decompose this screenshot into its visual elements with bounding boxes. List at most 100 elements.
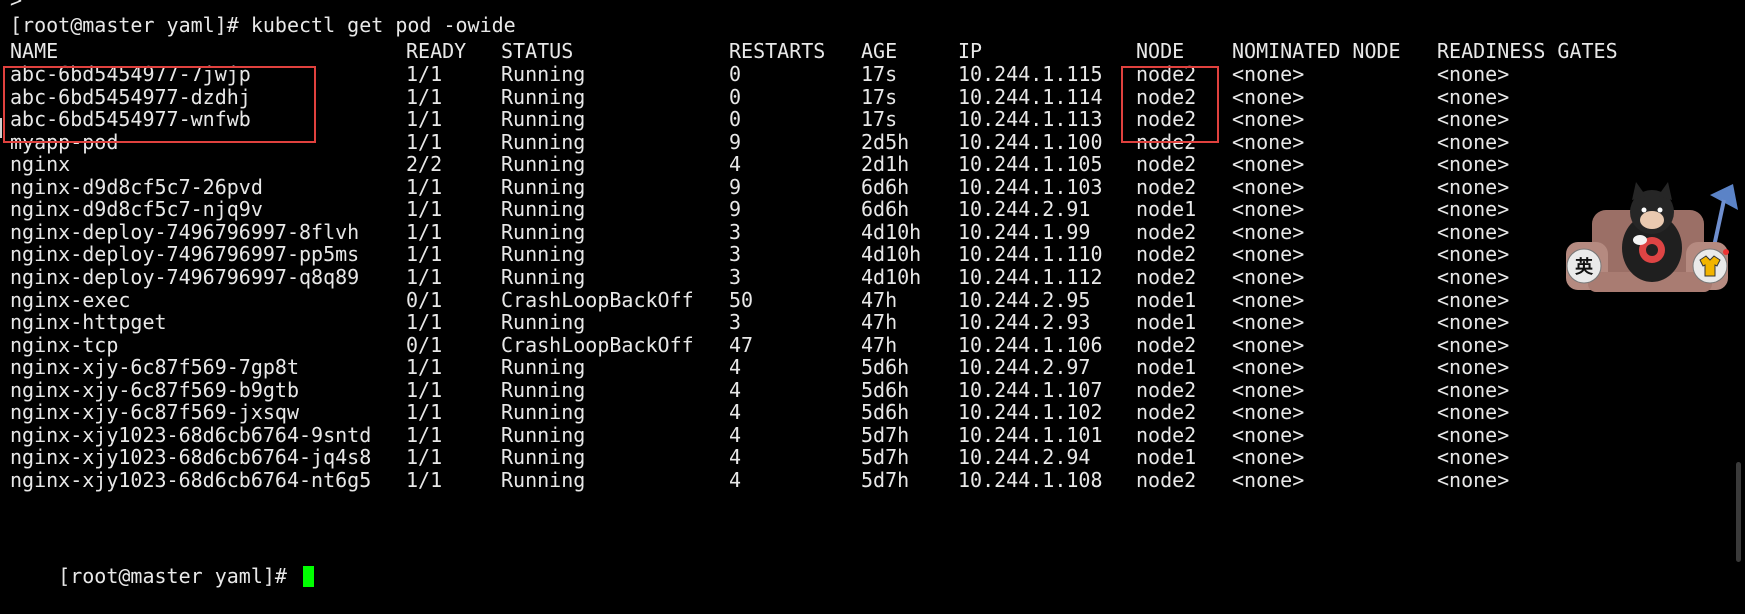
pod-node: node2 [1136, 219, 1197, 244]
pod-ip: 10.244.2.94 [958, 445, 1091, 470]
table-header: NAME READY STATUS RESTARTS AGE IP NODE N… [10, 39, 1618, 64]
pod-ip: 10.244.1.102 [958, 400, 1103, 425]
pod-restarts: 4 [729, 467, 742, 492]
pod-restarts: 0 [729, 107, 742, 132]
pod-age: 17s [861, 84, 898, 109]
pod-ip: 10.244.1.106 [958, 332, 1103, 357]
command-line: [root@master yaml]# kubectl get pod -owi… [10, 13, 516, 37]
pod-status: Running [501, 129, 586, 154]
mascot-widget[interactable]: 英 [1560, 170, 1745, 320]
pod-name: nginx-xjy-6c87f569-jxsqw [10, 400, 299, 425]
pod-readiness-gates: <none> [1437, 377, 1510, 402]
pod-node: node2 [1136, 152, 1197, 177]
terminal-window[interactable]: > [root@master yaml]# kubectl get pod -o… [0, 0, 1745, 588]
pod-ready: 1/1 [406, 445, 443, 470]
pod-name: nginx-xjy1023-68d6cb6764-9sntd [10, 422, 372, 447]
pod-nominated-node: <none> [1232, 152, 1305, 177]
pod-ready: 1/1 [406, 264, 443, 289]
pod-node: node2 [1136, 242, 1197, 267]
pod-ready: 1/1 [406, 107, 443, 132]
pod-status: Running [501, 62, 586, 86]
pod-nominated-node: <none> [1232, 84, 1305, 109]
pod-nominated-node: <none> [1232, 332, 1305, 357]
pod-readiness-gates: <none> [1437, 264, 1510, 289]
header-nominated-node: NOMINATED NODE [1232, 39, 1401, 63]
pod-restarts: 9 [729, 129, 742, 154]
pod-status: Running [501, 467, 586, 492]
pod-nominated-node: <none> [1232, 377, 1305, 402]
pod-node: node1 [1136, 197, 1197, 222]
pod-ready: 0/1 [406, 287, 443, 312]
pod-node: node2 [1136, 377, 1197, 402]
pod-age: 4d10h [861, 242, 922, 267]
header-age: AGE [861, 39, 898, 63]
pod-status: Running [501, 219, 586, 244]
pod-ready: 1/1 [406, 355, 443, 380]
pod-age: 2d5h [861, 129, 910, 154]
scrollbar[interactable] [1736, 462, 1741, 562]
pod-status: CrashLoopBackOff [501, 332, 694, 357]
pod-nominated-node: <none> [1232, 264, 1305, 289]
pod-status: Running [501, 242, 586, 267]
pod-status: Running [501, 264, 586, 289]
pod-ready: 1/1 [406, 242, 443, 267]
pod-readiness-gates: <none> [1437, 107, 1510, 132]
pod-readiness-gates: <none> [1437, 445, 1510, 470]
pod-node: node2 [1136, 332, 1197, 357]
pod-restarts: 9 [729, 174, 742, 199]
pod-age: 5d6h [861, 377, 910, 402]
pod-age: 6d6h [861, 197, 910, 222]
pod-age: 2d1h [861, 152, 910, 177]
pod-ready: 1/1 [406, 62, 443, 86]
pod-nominated-node: <none> [1232, 422, 1305, 447]
pod-ready: 1/1 [406, 174, 443, 199]
shell-prompt[interactable]: [root@master yaml]# [10, 539, 314, 588]
pod-age: 17s [861, 62, 898, 86]
pod-node: node2 [1136, 264, 1197, 289]
pod-age: 5d7h [861, 445, 910, 470]
pod-readiness-gates: <none> [1437, 129, 1510, 154]
pod-ip: 10.244.1.113 [958, 107, 1103, 132]
pod-ip: 10.244.1.110 [958, 242, 1103, 267]
pod-ip: 10.244.1.101 [958, 422, 1103, 447]
pod-age: 4d10h [861, 219, 922, 244]
header-restarts: RESTARTS [729, 39, 826, 63]
pod-ip: 10.244.1.108 [958, 467, 1103, 492]
pod-age: 5d6h [861, 355, 910, 380]
pod-ready: 2/2 [406, 152, 443, 177]
pod-nominated-node: <none> [1232, 467, 1305, 492]
pod-readiness-gates: <none> [1437, 152, 1510, 177]
pod-age: 5d7h [861, 422, 910, 447]
pod-restarts: 0 [729, 84, 742, 109]
pod-nominated-node: <none> [1232, 400, 1305, 425]
pod-ip: 10.244.1.105 [958, 152, 1103, 177]
pod-readiness-gates: <none> [1437, 62, 1510, 86]
pod-ready: 0/1 [406, 332, 443, 357]
header-readiness-gates: READINESS GATES [1437, 39, 1618, 63]
pod-node: node2 [1136, 400, 1197, 425]
pod-nominated-node: <none> [1232, 445, 1305, 470]
pod-ready: 1/1 [406, 129, 443, 154]
pod-readiness-gates: <none> [1437, 355, 1510, 380]
pod-ready: 1/1 [406, 467, 443, 492]
pod-readiness-gates: <none> [1437, 400, 1510, 425]
pod-status: Running [501, 445, 586, 470]
pod-name: nginx-deploy-7496796997-8flvh [10, 219, 360, 244]
pod-ip: 10.244.2.95 [958, 287, 1091, 312]
pod-restarts: 4 [729, 400, 742, 425]
language-badge[interactable]: 英 [1572, 253, 1596, 279]
pod-ready: 1/1 [406, 310, 443, 335]
header-name: NAME [10, 39, 59, 63]
header-status: STATUS [501, 39, 574, 63]
pod-restarts: 0 [729, 62, 742, 86]
pod-name: nginx-tcp [10, 332, 119, 357]
header-ready: READY [406, 39, 467, 63]
pod-node: node2 [1136, 467, 1197, 492]
pod-restarts: 4 [729, 355, 742, 380]
pod-restarts: 4 [729, 152, 742, 177]
pod-nominated-node: <none> [1232, 355, 1305, 380]
pod-age: 4d10h [861, 264, 922, 289]
pod-restarts: 9 [729, 197, 742, 222]
pod-nominated-node: <none> [1232, 310, 1305, 335]
pod-nominated-node: <none> [1232, 242, 1305, 267]
